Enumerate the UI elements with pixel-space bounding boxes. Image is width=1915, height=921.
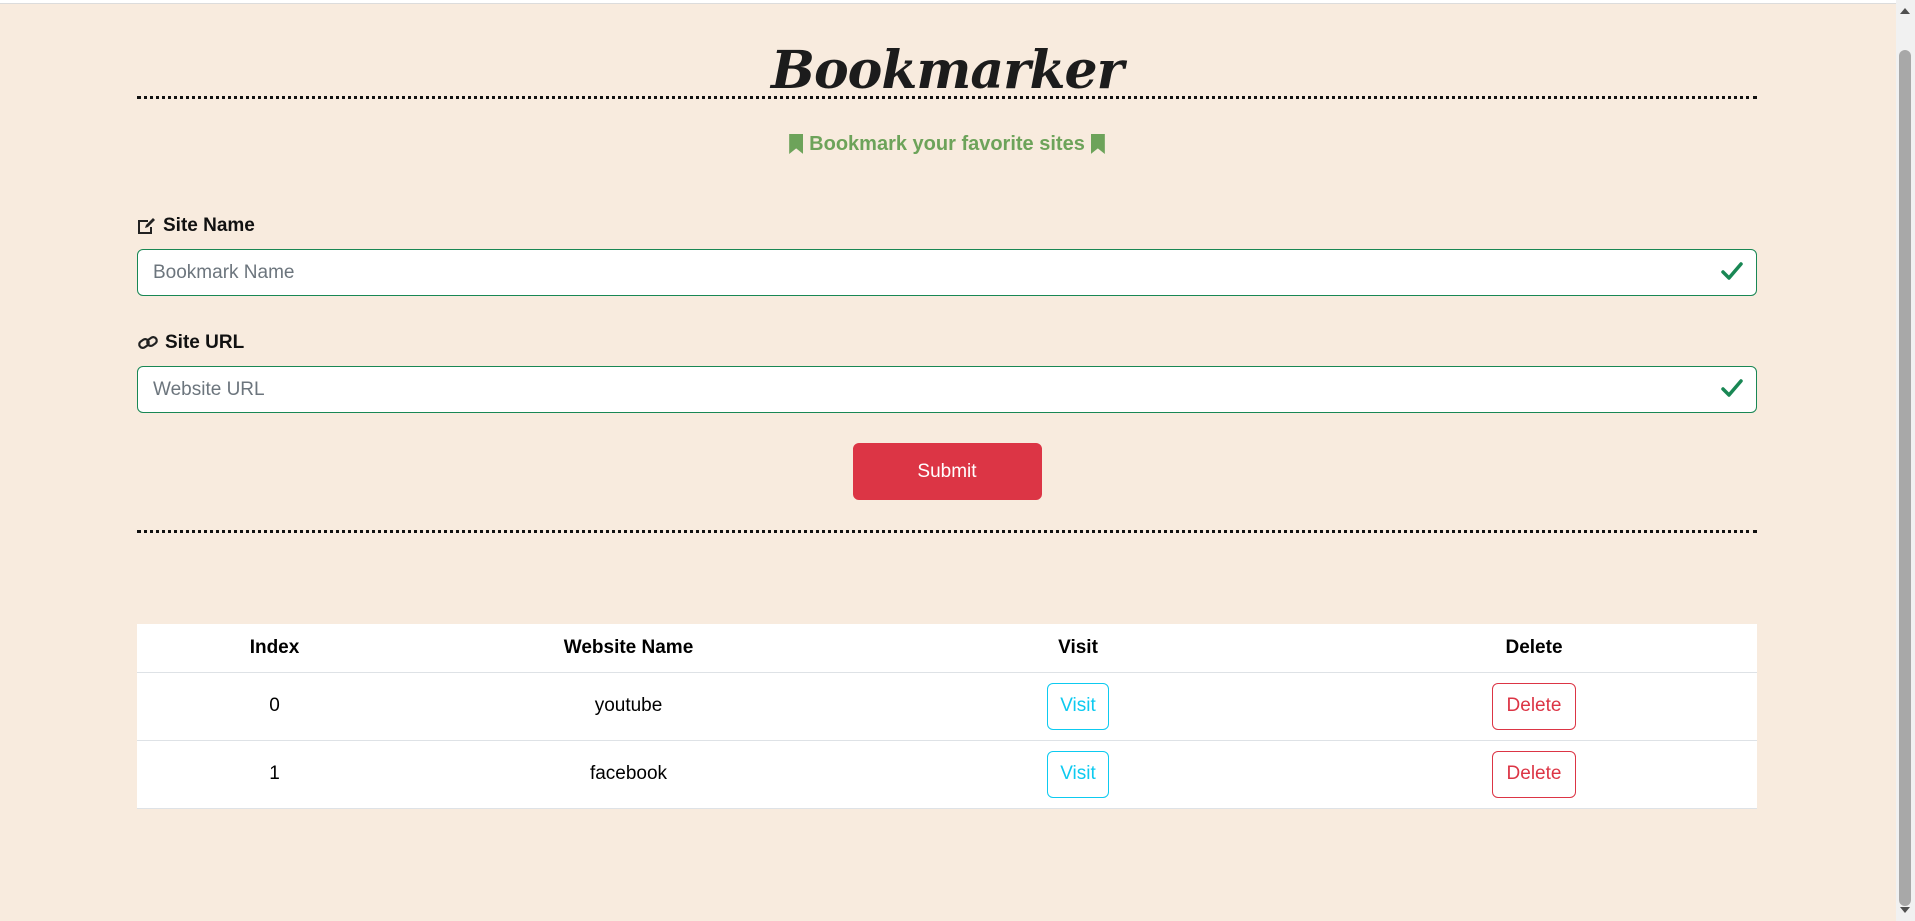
table-row: 0 youtube Visit Delete <box>137 672 1757 741</box>
site-name-input[interactable] <box>137 249 1757 296</box>
visit-button[interactable]: Visit <box>1047 682 1109 730</box>
submit-row: Submit <box>137 443 1757 500</box>
header-index: Index <box>137 624 412 673</box>
page-title: Bookmarker <box>769 40 1125 102</box>
row-index: 0 <box>137 672 412 741</box>
row-visit-cell: Visit <box>845 740 1311 809</box>
submit-button[interactable]: Submit <box>852 443 1042 500</box>
header-visit: Visit <box>845 624 1311 673</box>
bookmark-icon <box>789 134 804 154</box>
subtitle: Bookmark your favorite sites <box>137 131 1757 157</box>
table-body: 0 youtube Visit Delete 1 facebook Visit … <box>137 672 1757 809</box>
vertical-scrollbar[interactable] <box>1896 0 1915 921</box>
table-header: Index Website Name Visit Delete <box>137 624 1757 673</box>
row-website-name: facebook <box>412 740 845 809</box>
link-icon <box>137 334 159 352</box>
header-website-name: Website Name <box>412 624 845 673</box>
row-visit-cell: Visit <box>845 672 1311 741</box>
main-container: Bookmarker Bookmark your favorite sites … <box>137 0 1757 809</box>
row-delete-cell: Delete <box>1311 672 1757 741</box>
table-header-row: Index Website Name Visit Delete <box>137 624 1757 673</box>
divider-bottom <box>137 530 1757 533</box>
site-name-label: Site Name <box>137 215 1757 237</box>
site-url-label-text: Site URL <box>165 332 245 353</box>
check-icon <box>1721 260 1743 282</box>
row-delete-cell: Delete <box>1311 740 1757 809</box>
bookmark-icon <box>1090 134 1105 154</box>
table-row: 1 facebook Visit Delete <box>137 740 1757 809</box>
delete-button[interactable]: Delete <box>1491 682 1577 730</box>
site-url-input[interactable] <box>137 366 1757 413</box>
bookmark-form: Site Name Site URL Submit <box>137 215 1757 500</box>
header: Bookmarker <box>137 0 1757 101</box>
site-url-field-wrap <box>137 366 1757 413</box>
page-title-text: Bookmarker <box>771 40 1124 101</box>
check-icon <box>1721 377 1743 399</box>
site-name-label-text: Site Name <box>163 215 255 236</box>
site-url-label: Site URL <box>137 332 1757 354</box>
site-name-field-wrap <box>137 249 1757 296</box>
row-index: 1 <box>137 740 412 809</box>
scroll-up-arrow-icon[interactable] <box>1900 8 1910 14</box>
header-delete: Delete <box>1311 624 1757 673</box>
visit-button[interactable]: Visit <box>1047 750 1109 798</box>
row-website-name: youtube <box>412 672 845 741</box>
pen-to-square-icon <box>137 217 157 235</box>
bookmarks-table: Index Website Name Visit Delete 0 youtub… <box>137 624 1757 809</box>
delete-button[interactable]: Delete <box>1491 750 1577 798</box>
subtitle-text: Bookmark your favorite sites <box>809 132 1085 155</box>
scrollbar-thumb[interactable] <box>1899 50 1911 906</box>
scroll-down-arrow-icon[interactable] <box>1900 907 1910 913</box>
